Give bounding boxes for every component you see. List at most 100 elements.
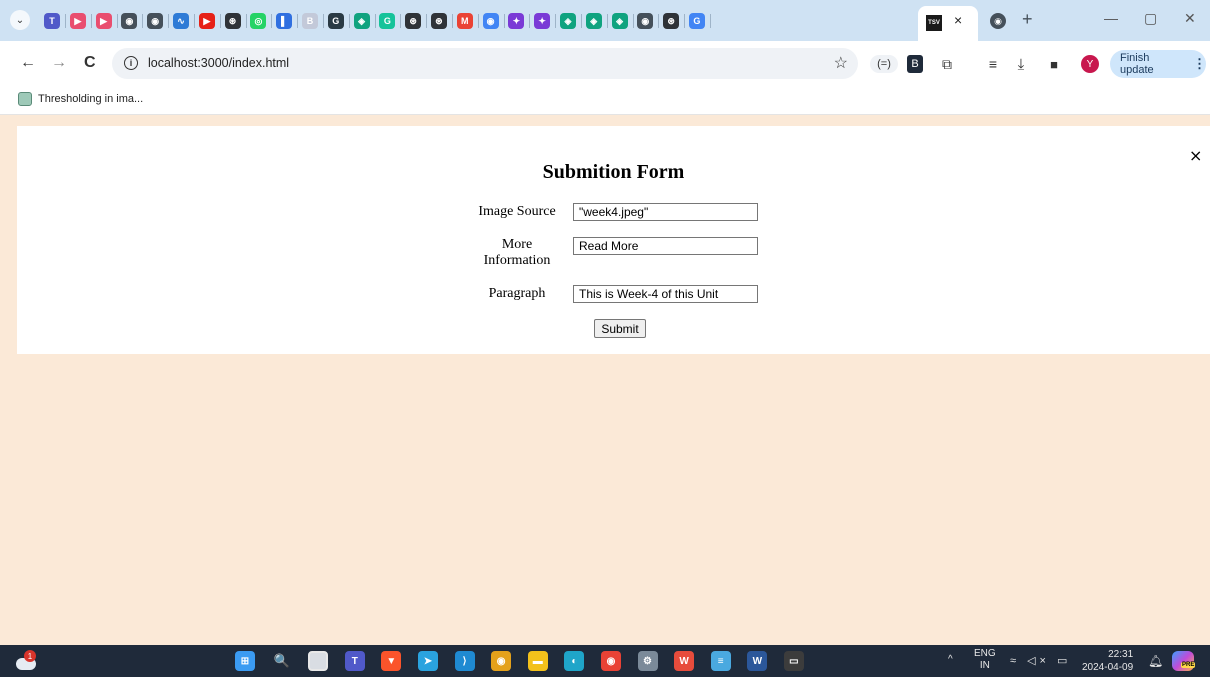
form-title: Submition Form <box>542 161 685 183</box>
profile-avatar[interactable]: Y <box>1081 55 1099 73</box>
reading-list-icon[interactable]: ≡ <box>984 55 1002 73</box>
tab-youtube-play-icon[interactable]: ▶ <box>94 10 118 32</box>
windows-taskbar: 1 ⊞ 🔍 T ▼ ➤ ⟩ ◉ ▬ ◐ ◉ ⚙ W ≡ W ▭ ^ ENG IN ≈ ◁× ▭ 22:31 … <box>0 645 1210 677</box>
gmail-icon: M <box>456 13 473 29</box>
copilot-preview-icon[interactable]: PRE <box>1172 651 1196 671</box>
extensions-puzzle-icon[interactable]: ⧉ <box>938 55 956 73</box>
youtube-play-icon: ▶ <box>69 13 86 29</box>
paragraph-input[interactable] <box>573 285 758 303</box>
finish-update-button[interactable]: Finish update ⋮ <box>1110 50 1206 78</box>
teams-icon[interactable]: T <box>344 651 365 671</box>
extension-b-icon[interactable]: B <box>907 55 923 73</box>
task-view-icon[interactable] <box>308 651 329 671</box>
tab-globe-icon[interactable]: ◉ <box>635 10 660 32</box>
tab-ms-teams-icon[interactable]: T <box>42 10 66 32</box>
file-explorer-icon[interactable]: ▬ <box>527 651 548 671</box>
language-indicator[interactable]: ENG IN <box>974 648 996 672</box>
preview-badge: PRE <box>1181 662 1196 668</box>
tab-openai-icon[interactable]: ⊛ <box>661 10 686 32</box>
bing-icon: B <box>301 13 318 29</box>
close-tab-icon[interactable]: × <box>954 12 962 28</box>
tab-whatsapp-icon[interactable]: ◎ <box>248 10 273 32</box>
chrome-icon: ◉ <box>482 13 499 29</box>
youtube-play-icon: ▶ <box>95 13 112 29</box>
tab-chatgpt-icon[interactable]: ◈ <box>558 10 582 32</box>
tab-copilot-icon[interactable]: ✦ <box>506 10 531 32</box>
grammarly-icon: G <box>327 13 344 29</box>
settings-icon[interactable]: ⚙ <box>637 651 658 671</box>
tab-search-button[interactable]: ⌄ <box>10 10 30 30</box>
system-clock[interactable]: 22:31 2024-04-09 <box>1082 648 1133 674</box>
bookmark-item[interactable]: Thresholding in ima... <box>18 92 143 106</box>
tab-chatgpt-icon[interactable]: ◈ <box>352 10 376 32</box>
wps-office-icon[interactable]: W <box>674 651 695 671</box>
image-source-label: Image Source <box>478 204 556 219</box>
language-code: ENG <box>974 648 996 659</box>
kebab-menu-icon: ⋮ <box>1193 56 1206 71</box>
brave-icon[interactable]: ▼ <box>381 651 402 671</box>
restore-button[interactable]: ▢ <box>1144 10 1157 27</box>
chatgpt-icon: ◈ <box>559 13 576 29</box>
minimize-button[interactable]: — <box>1104 10 1118 26</box>
close-window-button[interactable]: ✕ <box>1184 10 1196 27</box>
back-arrow-icon[interactable]: ← <box>20 54 36 72</box>
terminal-icon[interactable]: ▭ <box>783 651 804 671</box>
tab-chrome-icon[interactable]: ◉ <box>481 10 505 32</box>
tab-openai-icon[interactable]: ⊛ <box>223 10 247 32</box>
tray-overflow-icon[interactable]: ^ <box>948 654 953 665</box>
edge-icon[interactable]: ◐ <box>564 651 585 671</box>
tab-bing-icon[interactable]: B <box>300 10 324 32</box>
tab-youtube-play-icon[interactable]: ▶ <box>68 10 92 32</box>
notification-bell-icon[interactable]: 🔔︎ <box>1148 654 1163 668</box>
tab-chatgpt-icon[interactable]: ◈ <box>584 10 608 32</box>
tab-copilot-icon[interactable]: ✦ <box>532 10 557 32</box>
globe-icon: ◉ <box>147 13 164 29</box>
download-icon[interactable]: ⤓ <box>1012 55 1030 73</box>
search-icon[interactable]: 🔍 <box>272 651 292 671</box>
paragraph-label: Paragraph <box>488 286 546 301</box>
new-tab-button[interactable]: + <box>1022 9 1033 30</box>
tab-openai-icon[interactable]: ⊛ <box>403 10 428 32</box>
weather-widget-icon[interactable]: 1 <box>16 650 38 672</box>
bookmark-star-icon[interactable]: ☆ <box>834 53 848 73</box>
chrome-icon[interactable]: ◉ <box>491 651 512 671</box>
chatgpt-icon: ◈ <box>353 13 370 29</box>
tab-wave-icon[interactable]: ∿ <box>171 10 195 32</box>
address-bar[interactable]: i localhost:3000/index.html ☆ <box>112 48 858 79</box>
submit-button[interactable]: Submit <box>594 319 646 338</box>
google-icon: G <box>688 13 705 29</box>
url-text[interactable]: localhost:3000/index.html <box>148 56 289 70</box>
active-tab[interactable]: TSV × <box>918 6 978 41</box>
tab-youtube-icon[interactable]: ▶ <box>197 10 221 32</box>
network-volume-battery-icons[interactable]: ≈ ◁× ▭ <box>1010 654 1071 667</box>
tab-gmail-icon[interactable]: M <box>455 10 479 32</box>
image-source-input[interactable] <box>573 203 758 221</box>
windows-start-icon[interactable]: ⊞ <box>235 651 255 671</box>
tab-globe-icon[interactable]: ◉ <box>145 10 170 32</box>
word-icon[interactable]: W <box>747 651 768 671</box>
openai-icon: ⊛ <box>430 13 447 29</box>
tab-google-icon[interactable]: G <box>687 10 711 32</box>
extension-pill-icon[interactable]: (=) <box>870 55 898 73</box>
tab-grammarly-icon[interactable]: G <box>377 10 402 32</box>
telegram-icon[interactable]: ➤ <box>417 651 438 671</box>
globe-tab-icon[interactable]: ◉ <box>990 13 1006 29</box>
notification-badge: 1 <box>24 650 36 662</box>
tab-grammarly-icon[interactable]: G <box>326 10 350 32</box>
wave-icon: ∿ <box>172 13 189 29</box>
tab-favicon-list: T ▶ ▶ ◉ ◉ ∿ ▶ ⊛ ◎ ▌ B G ◈ G ⊛ ⊛ M ◉ ✦ ✦ ◈ ◈ ◈ ◉ ⊛ G <box>42 10 713 32</box>
tab-chatgpt-icon[interactable]: ◈ <box>610 10 634 32</box>
reload-icon[interactable]: C <box>84 54 96 72</box>
side-panel-icon[interactable]: ■ <box>1047 55 1061 73</box>
tab-globe-icon[interactable]: ◉ <box>119 10 144 32</box>
copilot-icon: ✦ <box>534 13 551 29</box>
tab-openai-icon[interactable]: ⊛ <box>429 10 453 32</box>
tsv-favicon-icon: TSV <box>926 15 942 31</box>
vscode-icon[interactable]: ⟩ <box>454 651 475 671</box>
site-info-icon[interactable]: i <box>124 56 138 70</box>
more-information-input[interactable] <box>573 237 758 255</box>
notepad-icon[interactable]: ≡ <box>710 651 731 671</box>
forward-arrow-icon[interactable]: → <box>51 54 67 72</box>
tab-bookmark-icon[interactable]: ▌ <box>274 10 299 32</box>
chrome-profile-icon[interactable]: ◉ <box>600 651 621 671</box>
